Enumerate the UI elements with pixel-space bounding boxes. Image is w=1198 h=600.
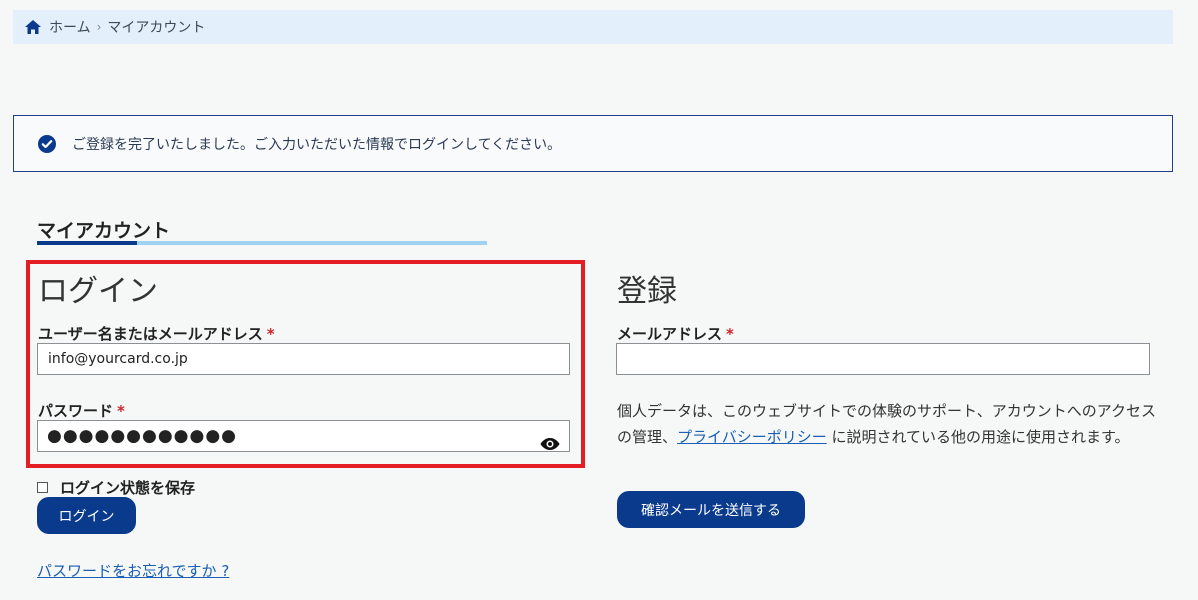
breadcrumb-separator: › — [96, 20, 102, 34]
required-mark: * — [726, 325, 734, 343]
password-label: パスワード * — [38, 400, 125, 421]
login-button[interactable]: ログイン — [37, 497, 136, 534]
breadcrumb-home-link[interactable]: ホーム — [49, 17, 91, 37]
username-label-text: ユーザー名またはメールアドレス — [38, 325, 263, 343]
register-heading: 登録 — [617, 274, 677, 309]
register-email-input[interactable] — [616, 343, 1150, 375]
home-icon[interactable] — [25, 20, 41, 34]
check-circle-icon — [38, 134, 56, 153]
remember-checkbox[interactable] — [37, 482, 48, 493]
title-underline — [37, 241, 487, 245]
send-confirmation-button[interactable]: 確認メールを送信する — [617, 491, 805, 528]
login-heading: ログイン — [38, 274, 158, 309]
success-notice: ご登録を完了いたしました。ご入力いただいた情報でログインしてください。 — [13, 115, 1173, 172]
breadcrumb: ホーム › マイアカウント — [13, 10, 1173, 44]
privacy-text-after: に説明されている他の用途に使用されます。 — [826, 428, 1130, 446]
privacy-policy-link[interactable]: プライバシーポリシー — [677, 428, 827, 446]
required-mark: * — [117, 402, 125, 420]
remember-label: ログイン状態を保存 — [60, 479, 196, 497]
forgot-password-link[interactable]: パスワードをお忘れですか ? — [37, 560, 229, 581]
required-mark: * — [266, 325, 275, 343]
email-label-text: メールアドレス — [617, 325, 723, 343]
page-title: マイアカウント — [37, 220, 171, 242]
email-label: メールアドレス * — [617, 323, 734, 344]
password-label-text: パスワード — [38, 402, 114, 420]
password-mask: ●●●●●●●●●●●● — [47, 426, 238, 446]
username-input[interactable] — [37, 343, 570, 375]
breadcrumb-current: マイアカウント — [107, 20, 206, 36]
remember-me[interactable]: ログイン状態を保存 — [37, 477, 195, 498]
notice-message: ご登録を完了いたしました。ご入力いただいた情報でログインしてください。 — [72, 136, 562, 153]
username-label: ユーザー名またはメールアドレス * — [38, 323, 275, 344]
privacy-notice: 個人データは、このウェブサイトでの体験のサポート、アカウントへのアクセスの管理、… — [617, 398, 1157, 450]
eye-icon[interactable] — [540, 436, 560, 450]
